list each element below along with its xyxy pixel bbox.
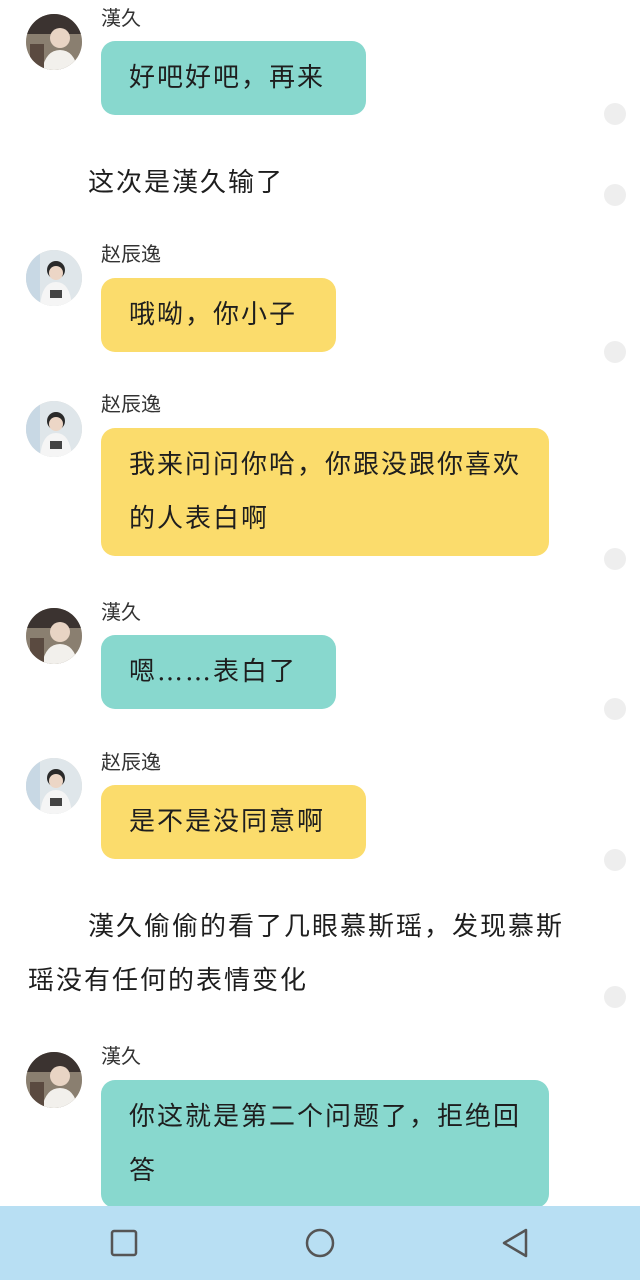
read-indicator-dot [604,986,626,1008]
message-bubble[interactable]: 你这就是第二个问题了，拒绝回答 [101,1080,549,1208]
sender-name: 赵辰逸 [101,242,161,266]
triangle-back-icon[interactable] [496,1224,534,1262]
sender-name: 赵辰逸 [101,750,161,774]
message-bubble[interactable]: 哦呦，你小子 [101,278,336,352]
read-indicator-dot [604,698,626,720]
avatar-zhaochenyi[interactable] [26,250,82,306]
chat-screen: 漢久 好吧好吧，再来 这次是漢久输了 赵辰逸 哦呦，你小子 赵辰逸 我来问问你哈… [0,0,640,1280]
read-indicator-dot [604,184,626,206]
message-bubble[interactable]: 好吧好吧，再来 [101,41,366,115]
avatar-hanjiu[interactable] [26,1052,82,1108]
avatar-zhaochenyi[interactable] [26,758,82,814]
sender-name: 赵辰逸 [101,392,161,416]
read-indicator-dot [604,849,626,871]
read-indicator-dot [604,341,626,363]
avatar-hanjiu[interactable] [26,608,82,664]
sender-name: 漢久 [101,1044,141,1068]
read-indicator-dot [604,103,626,125]
avatar-zhaochenyi[interactable] [26,401,82,457]
avatar-hanjiu[interactable] [26,14,82,70]
narration-text: 这次是漢久输了 [88,168,285,198]
system-nav-bar [0,1206,640,1280]
message-bubble[interactable]: 我来问问你哈，你跟没跟你喜欢的人表白啊 [101,428,549,556]
circle-icon[interactable] [301,1224,339,1262]
sender-name: 漢久 [101,6,141,30]
read-indicator-dot [604,548,626,570]
sender-name: 漢久 [101,600,141,624]
narration-text: 漢久偷偷的看了几眼慕斯瑶，发现慕斯瑶没有任何的表情变化 [28,912,565,996]
square-icon[interactable] [105,1224,143,1262]
message-bubble[interactable]: 是不是没同意啊 [101,785,366,859]
message-bubble[interactable]: 嗯……表白了 [101,635,336,709]
